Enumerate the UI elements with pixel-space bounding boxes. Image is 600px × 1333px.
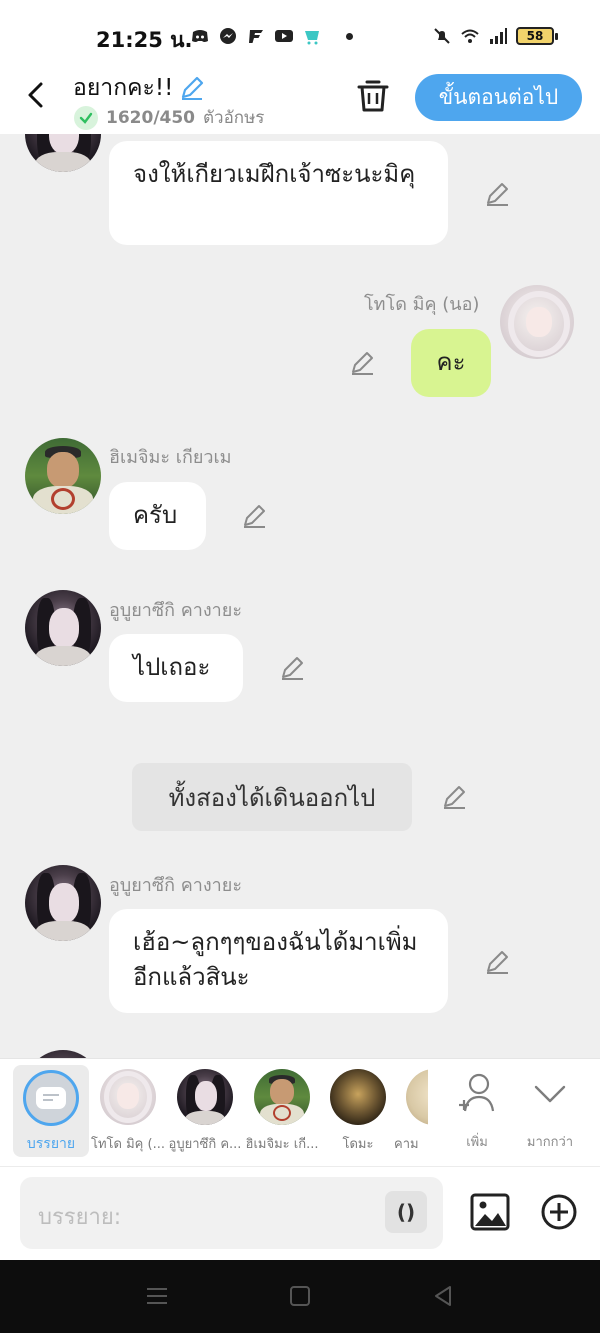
sender-name: โทโด มิคุ (นอ) xyxy=(364,294,480,315)
signal-icon xyxy=(490,28,507,44)
mute-icon xyxy=(434,28,450,44)
chevron-down-icon xyxy=(534,1085,566,1103)
notification-icons xyxy=(190,26,353,46)
wifi-icon xyxy=(461,29,479,43)
message-bubble[interactable]: ครับ xyxy=(109,482,206,550)
character-himejima[interactable]: ฮิเมจิมะ เกี... xyxy=(242,1069,322,1159)
editor-header: อยากคะ!! 1620/450 ตัวอักษร ขั้นตอนต่อไป xyxy=(0,68,600,134)
avatar-mitsuri[interactable] xyxy=(500,285,574,359)
pencil-icon[interactable] xyxy=(240,502,268,530)
character-label: อูบูยาซึกิ ค... xyxy=(168,1137,242,1152)
narration-label: บรรยาย xyxy=(26,1136,76,1152)
avatar-ubuyashiki[interactable] xyxy=(25,134,101,172)
pencil-icon[interactable] xyxy=(348,349,376,377)
input-bar: บรรยาย: () xyxy=(0,1166,600,1260)
avatar-partial xyxy=(406,1069,428,1125)
avatar-ubuyashiki[interactable] xyxy=(25,865,101,941)
status-bar: 21:25 น. 58 xyxy=(0,0,600,68)
message-bubble[interactable]: ไปเถอะ xyxy=(109,634,243,702)
add-person-icon xyxy=(459,1073,495,1112)
message-bubble[interactable]: จงให้เกียวเมฝึกเจ้าซะนะมิคุ xyxy=(109,141,448,245)
story-title-row[interactable]: อยากคะ!! xyxy=(73,70,205,106)
pencil-icon[interactable] xyxy=(278,654,306,682)
pencil-icon[interactable] xyxy=(483,948,511,976)
system-nav-bar xyxy=(0,1260,600,1333)
status-time: 21:25 น. xyxy=(96,28,193,52)
avatar-ubuyashiki xyxy=(177,1069,233,1125)
messenger-icon xyxy=(220,28,236,44)
character-partial[interactable]: คาม xyxy=(388,1069,428,1159)
avatar-ubuyashiki[interactable] xyxy=(25,1050,101,1058)
character-selector: บรรยาย โทโด มิคุ (... อูบูยาซึกิ ค... ฮิ… xyxy=(0,1058,600,1166)
back-button[interactable] xyxy=(22,80,52,110)
message-bubble-self[interactable]: คะ xyxy=(411,329,491,397)
back-icon[interactable] xyxy=(432,1285,454,1307)
battery-indicator: 58 xyxy=(516,27,558,45)
char-unit: ตัวอักษร xyxy=(203,108,265,128)
char-count-row: 1620/450 ตัวอักษร xyxy=(74,104,264,131)
story-title[interactable]: อยากคะ!! xyxy=(73,70,173,106)
image-icon[interactable] xyxy=(470,1193,510,1231)
character-label: คาม xyxy=(394,1137,419,1152)
avatar-mitsuri xyxy=(100,1069,156,1125)
sender-name: อูบูยาซึกิ คางายะ xyxy=(109,875,242,896)
trash-icon[interactable] xyxy=(356,78,390,114)
paren-button[interactable]: () xyxy=(385,1191,427,1233)
pencil-icon[interactable] xyxy=(440,783,468,811)
pencil-icon[interactable] xyxy=(179,75,205,101)
more-label: มากกว่า xyxy=(526,1135,574,1150)
avatar-himejima xyxy=(254,1069,310,1125)
message-bubble[interactable]: เฮ้อ~ลูกๆๆของฉันได้มาเพิ่มอีกแล้วสินะ xyxy=(109,909,448,1013)
next-step-button[interactable]: ขั้นตอนต่อไป xyxy=(415,74,582,121)
narration-tab[interactable]: บรรยาย xyxy=(13,1065,89,1157)
pencil-icon[interactable] xyxy=(483,180,511,208)
sender-name: ฮิเมจิมะ เกียวเม xyxy=(109,447,232,468)
avatar-douma xyxy=(330,1069,386,1125)
character-label: โทโด มิคุ (... xyxy=(91,1137,165,1152)
character-label: ฮิเมจิมะ เกี... xyxy=(245,1137,319,1152)
avatar-himejima[interactable] xyxy=(25,438,101,514)
discord-icon xyxy=(192,30,208,42)
shop-icon xyxy=(305,31,319,45)
char-count: 1620/450 xyxy=(106,107,196,128)
check-icon xyxy=(74,105,98,130)
avatar-ubuyashiki[interactable] xyxy=(25,590,101,666)
character-label: โดมะ xyxy=(342,1137,374,1152)
sender-name: อูบูยาซึกิ คางายะ xyxy=(109,600,242,621)
character-ubuyashiki[interactable]: อูบูยาซึกิ ค... xyxy=(165,1069,245,1159)
add-label: เพิ่ม xyxy=(466,1135,488,1150)
narration-icon xyxy=(23,1070,79,1126)
narration-bubble[interactable]: ทั้งสองได้เดินออกไป xyxy=(132,763,412,831)
system-indicators: 58 xyxy=(432,26,558,46)
more-characters-button[interactable]: มากกว่า xyxy=(522,1071,578,1151)
character-mitsuri[interactable]: โทโด มิคุ (... xyxy=(88,1069,168,1159)
more-notifications-dot xyxy=(346,32,353,40)
add-icon[interactable] xyxy=(540,1193,578,1231)
home-icon[interactable] xyxy=(290,1286,310,1306)
input-placeholder: บรรยาย: xyxy=(38,1205,122,1230)
character-douma[interactable]: โดมะ xyxy=(318,1069,398,1159)
add-character-button[interactable]: เพิ่ม xyxy=(455,1071,499,1151)
fiction-app-icon xyxy=(249,30,263,43)
recents-icon[interactable] xyxy=(146,1285,168,1307)
youtube-icon xyxy=(275,30,293,42)
narration-input[interactable]: บรรยาย: () xyxy=(20,1177,443,1249)
chat-area[interactable]: จงให้เกียวเมฝึกเจ้าซะนะมิคุ โทโด มิคุ (น… xyxy=(0,134,600,1058)
